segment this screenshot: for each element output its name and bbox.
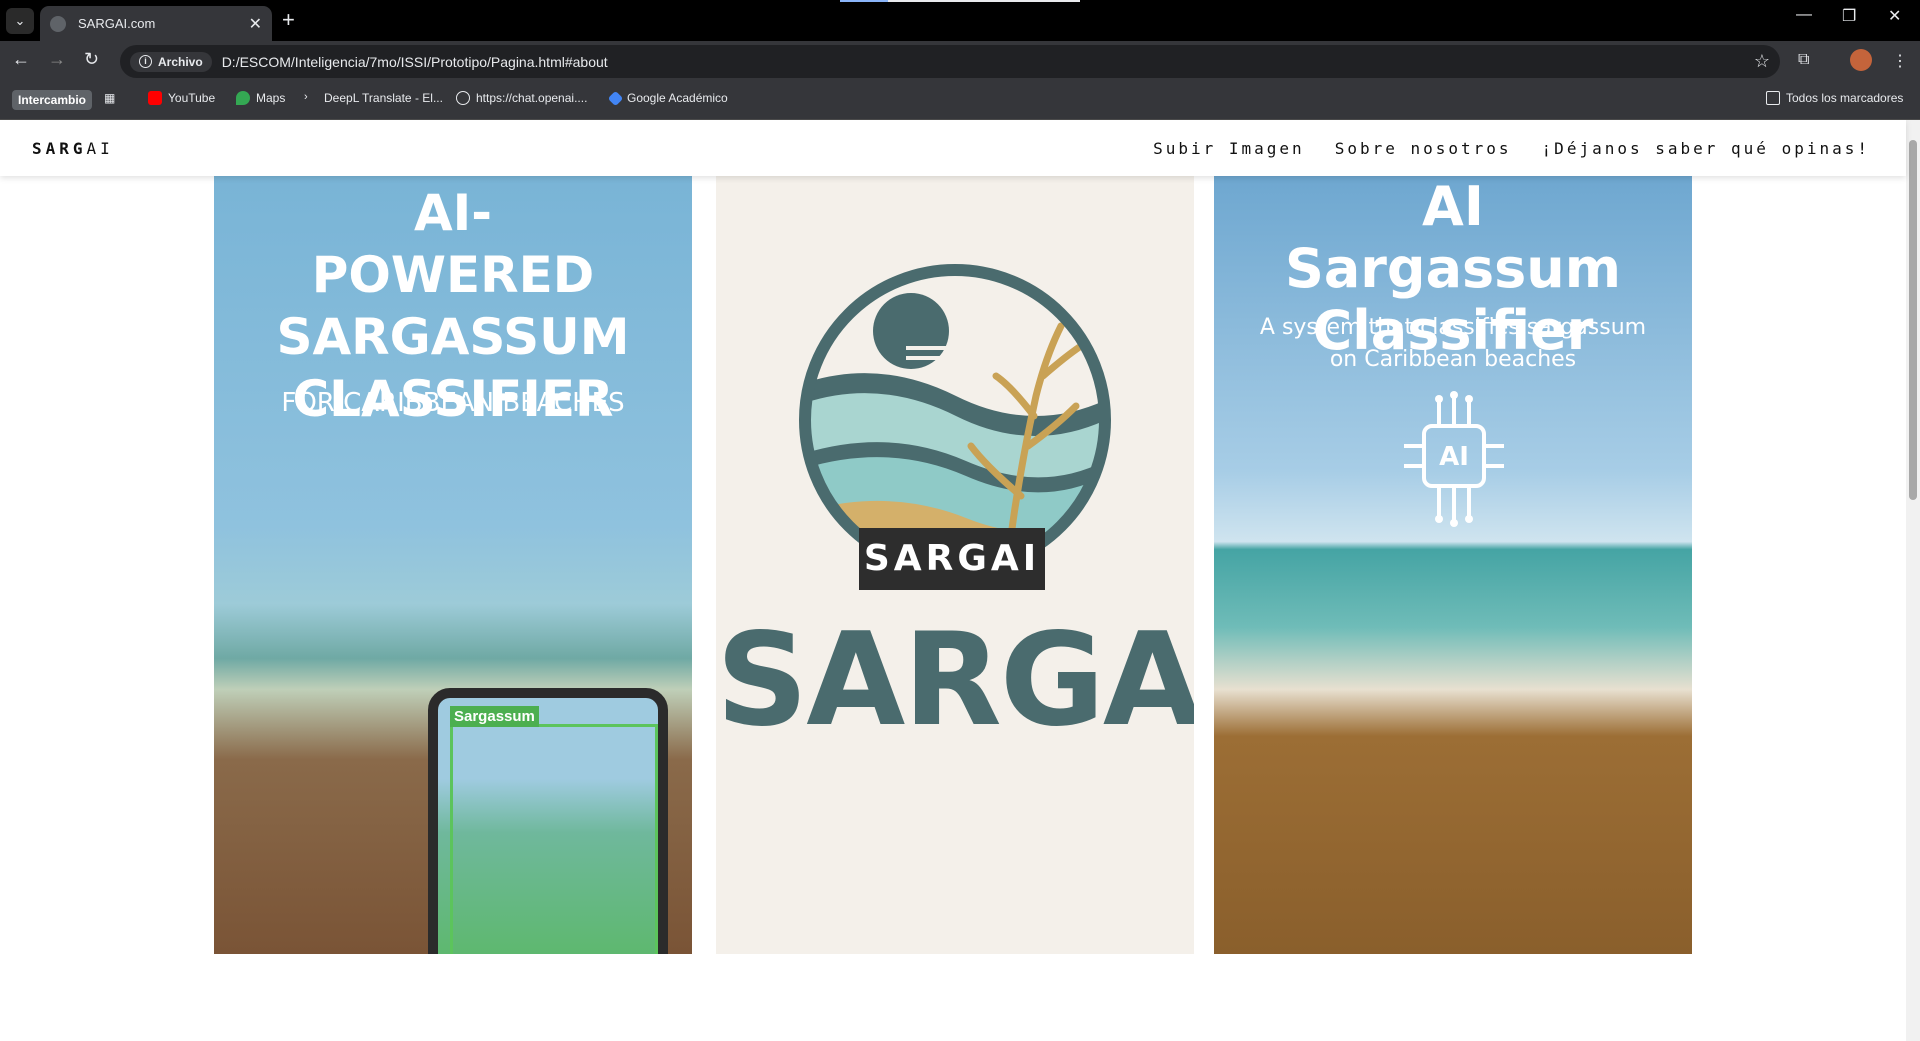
apps-grid-icon[interactable]: ▦ xyxy=(104,91,115,105)
profile-avatar[interactable] xyxy=(1850,49,1872,71)
logo-wordmark: SARGAI xyxy=(716,606,1194,755)
ai-chip-icon: AI xyxy=(1404,391,1504,527)
bookmark-google-scholar[interactable]: Google Académico xyxy=(607,90,728,106)
menu-icon[interactable]: ⋮ xyxy=(1892,51,1908,71)
chevron-down-icon: ⌄ xyxy=(14,13,26,28)
site-nav-links: Subir Imagen Sobre nosotros ¡Déjanos sab… xyxy=(1153,139,1870,158)
close-window-icon[interactable]: ✕ xyxy=(1888,6,1901,26)
detection-label: Sargassum xyxy=(450,706,539,727)
page-scrollbar[interactable] xyxy=(1906,120,1920,1041)
scrollbar-thumb[interactable] xyxy=(1909,140,1917,500)
reload-icon[interactable]: ↻ xyxy=(84,49,99,70)
bookmark-star-icon[interactable]: ☆ xyxy=(1754,51,1770,72)
forward-icon[interactable]: → xyxy=(48,49,66,70)
globe-icon xyxy=(50,15,66,32)
site-navbar: SARGAI Subir Imagen Sobre nosotros ¡Déja… xyxy=(0,120,1906,176)
nav-link-feedback[interactable]: ¡Déjanos saber qué opinas! xyxy=(1542,139,1870,158)
hero-panel-left: AI-POWERED SARGASSUM CLASSIFIER FOR CARI… xyxy=(214,176,692,954)
nav-link-sobre-nosotros[interactable]: Sobre nosotros xyxy=(1335,139,1512,158)
chip-label: AI xyxy=(1439,442,1469,472)
bookmark-youtube[interactable]: YouTube xyxy=(148,91,215,105)
site-brand[interactable]: SARGAI xyxy=(32,139,114,158)
tab-active[interactable]: SARGAI.com ✕ xyxy=(40,6,272,41)
tab-search-button[interactable]: ⌄ xyxy=(6,8,34,34)
web-page: SARGAI Subir Imagen Sobre nosotros ¡Déja… xyxy=(0,120,1920,1041)
bookmark-deepl[interactable]: › DeepL Translate - El... xyxy=(304,91,443,105)
bookmarks-bar: Intercambio ▦ YouTube Maps › DeepL Transl… xyxy=(0,82,1920,120)
bookmark-group-intercambio[interactable]: Intercambio xyxy=(12,90,93,110)
scholar-icon xyxy=(607,90,624,106)
nav-link-subir-imagen[interactable]: Subir Imagen xyxy=(1153,139,1305,158)
tab-title: SARGAI.com xyxy=(78,16,156,31)
new-tab-button[interactable]: + xyxy=(282,7,295,33)
openai-icon xyxy=(456,91,470,105)
info-icon: i xyxy=(139,55,152,68)
restore-icon[interactable]: ❐ xyxy=(1842,6,1856,26)
tablet-illustration: Sargassum xyxy=(428,688,668,954)
tab-bar: ⌄ SARGAI.com ✕ + — ❐ ✕ xyxy=(0,0,1920,41)
site-info-chip[interactable]: i Archivo xyxy=(130,51,212,72)
loading-indicator xyxy=(840,0,888,2)
browser-chrome: ⌄ SARGAI.com ✕ + — ❐ ✕ ← → ↻ i Archivo D:… xyxy=(0,0,1920,120)
all-bookmarks-folder[interactable]: Todos los marcadores xyxy=(1766,91,1903,105)
panel-left-subtitle: FOR CARIBBEAN BEACHES xyxy=(281,388,625,418)
bookmark-maps[interactable]: Maps xyxy=(236,91,285,105)
close-tab-icon[interactable]: ✕ xyxy=(249,14,262,34)
youtube-icon xyxy=(148,91,162,105)
minimize-icon[interactable]: — xyxy=(1796,6,1812,24)
hero-panel-right: AI Sargassum Classifier A system that cl… xyxy=(1214,176,1692,954)
hero-panel-center: SARGAI SARGAI xyxy=(716,176,1194,954)
back-icon[interactable]: ← xyxy=(12,49,30,70)
panel-right-subtitle: A system that classifies sargassum on Ca… xyxy=(1259,315,1647,372)
deepl-icon: › xyxy=(304,91,308,103)
folder-icon xyxy=(1766,91,1780,105)
logo-badge: SARGAI xyxy=(859,528,1045,590)
loading-indicator-track xyxy=(888,0,1080,2)
detection-box xyxy=(450,724,658,954)
browser-toolbar: ← → ↻ i Archivo D:/ESCOM/Inteligencia/7mo… xyxy=(0,41,1920,82)
address-bar[interactable]: i Archivo D:/ESCOM/Inteligencia/7mo/ISSI/… xyxy=(120,45,1780,78)
bookmark-chatgpt[interactable]: https://chat.openai.... xyxy=(456,91,587,105)
extensions-icon[interactable]: ⧉ xyxy=(1798,51,1809,69)
url-text: D:/ESCOM/Inteligencia/7mo/ISSI/Prototipo… xyxy=(221,53,608,70)
maps-pin-icon xyxy=(236,91,250,105)
